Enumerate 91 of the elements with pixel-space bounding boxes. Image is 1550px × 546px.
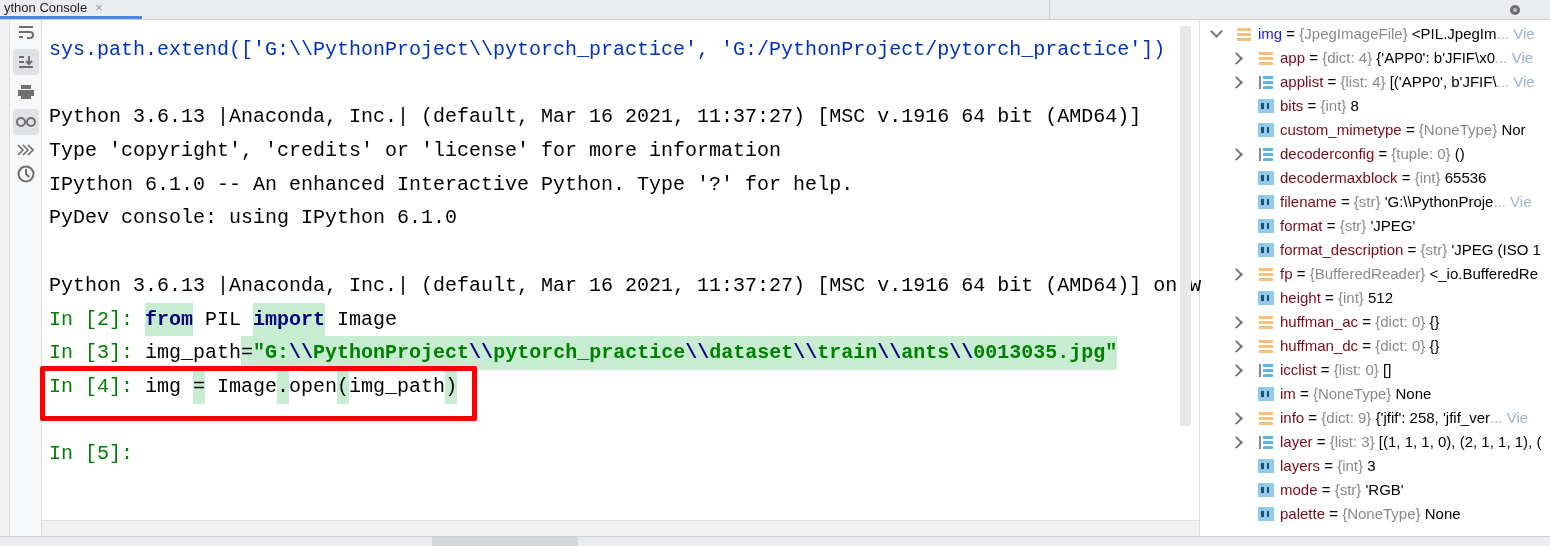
view-link[interactable]: ... Vie xyxy=(1493,190,1532,214)
tab-label: ython Console xyxy=(4,0,88,16)
fields-icon xyxy=(1258,266,1274,282)
code-text: pytorch_practice xyxy=(493,336,686,370)
value-icon xyxy=(1258,242,1274,258)
code-text: ants xyxy=(901,336,950,370)
glasses-button[interactable] xyxy=(12,109,39,135)
code-text: Image xyxy=(216,373,278,400)
variable-entry: mode = {str} 'RGB' xyxy=(1280,480,1404,500)
code-text: \\ xyxy=(877,336,902,370)
code-text: IPython 6.1.0 -- An enhanced Interactive Python. Type '?' for help. xyxy=(49,171,854,198)
code-text: \\ xyxy=(685,336,710,370)
value-icon xyxy=(1258,122,1274,138)
code-text: PIL xyxy=(204,306,243,333)
code-text: import xyxy=(253,302,326,337)
code-text: ) xyxy=(445,369,458,404)
prompt: In [5]: xyxy=(49,441,133,468)
variable-entry: decodermaxblock = {int} 65536 xyxy=(1280,168,1487,188)
variable-entry: decoderconfig = {tuple: 0} () xyxy=(1280,144,1465,164)
code-text: from xyxy=(145,302,194,337)
soft-wrap-icon[interactable] xyxy=(16,24,35,40)
code-text: Type 'copyright', 'credits' or 'license' for more information xyxy=(49,138,782,165)
value-icon xyxy=(1258,386,1274,402)
run-chevrons-icon[interactable] xyxy=(16,144,35,156)
value-icon xyxy=(1258,290,1274,306)
value-icon xyxy=(1258,482,1274,498)
value-icon xyxy=(1258,218,1274,234)
variable-entry: filename = {str} 'G:\\PythonProje xyxy=(1280,192,1494,212)
variable-entry: custom_mimetype = {NoneType} Nor xyxy=(1280,120,1526,140)
code-text: = xyxy=(193,369,206,404)
variable-entry: layer = {list: 3} [(1, 1, 1, 0), (2, 1, 1, 1), ( xyxy=(1280,432,1542,452)
variable-entry: bits = {int} 8 xyxy=(1280,96,1359,116)
variable-entry: format_description = {str} 'JPEG (ISO 1 xyxy=(1280,240,1541,260)
code-text: train xyxy=(817,336,878,370)
code-text: img_path xyxy=(145,340,242,367)
prompt: In [3]: xyxy=(49,340,134,367)
view-link[interactable]: ... Vie xyxy=(1490,406,1529,430)
horizontal-scrollbar[interactable] xyxy=(42,520,1199,536)
code-text: 0013035.jpg" xyxy=(973,336,1118,370)
code-text: ( xyxy=(337,369,350,404)
view-link[interactable]: ... Vie xyxy=(1496,22,1535,46)
fields-icon xyxy=(1258,410,1274,426)
value-icon xyxy=(1258,98,1274,114)
variable-entry: layers = {int} 3 xyxy=(1280,456,1376,476)
value-icon xyxy=(1258,170,1274,186)
variable-entry: huffman_dc = {dict: 0} {} xyxy=(1280,336,1440,356)
variable-entry: applist = {list: 4} [('APP0', b'JFIF\ xyxy=(1280,72,1497,92)
variable-entry: app = {dict: 4} {'APP0': b'JFIF\x0 xyxy=(1280,48,1495,68)
code-text: open xyxy=(289,373,338,400)
code-text: img_path xyxy=(349,373,446,400)
code-text: img xyxy=(145,373,183,400)
variable-entry: height = {int} 512 xyxy=(1280,288,1394,308)
code-text: PyDev console: using IPython 6.1.0 xyxy=(49,205,458,232)
variable-entry: palette = {NoneType} None xyxy=(1280,504,1461,524)
variable-entry: huffman_ac = {dict: 0} {} xyxy=(1280,312,1440,332)
glasses-icon xyxy=(15,117,36,127)
variable-entry: icclist = {list: 0} [] xyxy=(1280,360,1392,380)
value-icon xyxy=(1258,506,1274,522)
prompt: In [2]: xyxy=(49,306,134,333)
list-icon xyxy=(1258,146,1274,162)
variable-entry: info = {dict: 9} {'jfif': 258, 'jfif_ver xyxy=(1280,408,1490,428)
view-link[interactable]: ... Vie xyxy=(1495,46,1534,70)
value-icon xyxy=(1258,458,1274,474)
close-icon[interactable]: × xyxy=(95,0,103,16)
list-icon xyxy=(1258,74,1274,90)
variable-entry: format = {str} 'JPEG' xyxy=(1280,216,1416,236)
variable-entry: fp = {BufferedReader} <_io.BufferedRe xyxy=(1280,264,1538,284)
printer-icon[interactable] xyxy=(16,84,35,100)
list-icon xyxy=(1258,434,1274,450)
code-text: \\ xyxy=(793,336,818,370)
view-link[interactable]: ... Vie xyxy=(1496,70,1535,94)
code-text: dataset xyxy=(709,336,794,370)
fields-icon xyxy=(1236,26,1252,42)
list-icon xyxy=(1258,362,1274,378)
settings-icon[interactable] xyxy=(1508,2,1522,17)
code-text: \\ xyxy=(469,336,494,370)
fields-icon xyxy=(1258,338,1274,354)
code-text: Python 3.6.13 |Anaconda, Inc.| (default, Mar 16 2021, 11:37:27) [MSC v.1916 64 bit (AMD64)] xyxy=(49,104,1142,131)
scroll-to-end-button[interactable] xyxy=(12,49,39,75)
code-text: \\ xyxy=(949,336,974,370)
prompt: In [4]: xyxy=(49,373,134,400)
code-text: . xyxy=(277,369,290,404)
fields-icon xyxy=(1258,314,1274,330)
code-text: sys.path.extend(['G:\\PythonProject\\pytorch_practice', 'G:/PythonProject/pytorch_practice']) xyxy=(49,37,1166,63)
clock-icon[interactable] xyxy=(16,165,35,183)
variable-entry: im = {NoneType} None xyxy=(1280,384,1432,404)
scroll-down-icon xyxy=(16,54,35,70)
value-icon xyxy=(1258,194,1274,210)
variable-entry: img = {JpegImageFile} <PIL.JpegIm xyxy=(1258,24,1497,44)
fields-icon xyxy=(1258,50,1274,66)
code-text: Image xyxy=(336,306,398,333)
